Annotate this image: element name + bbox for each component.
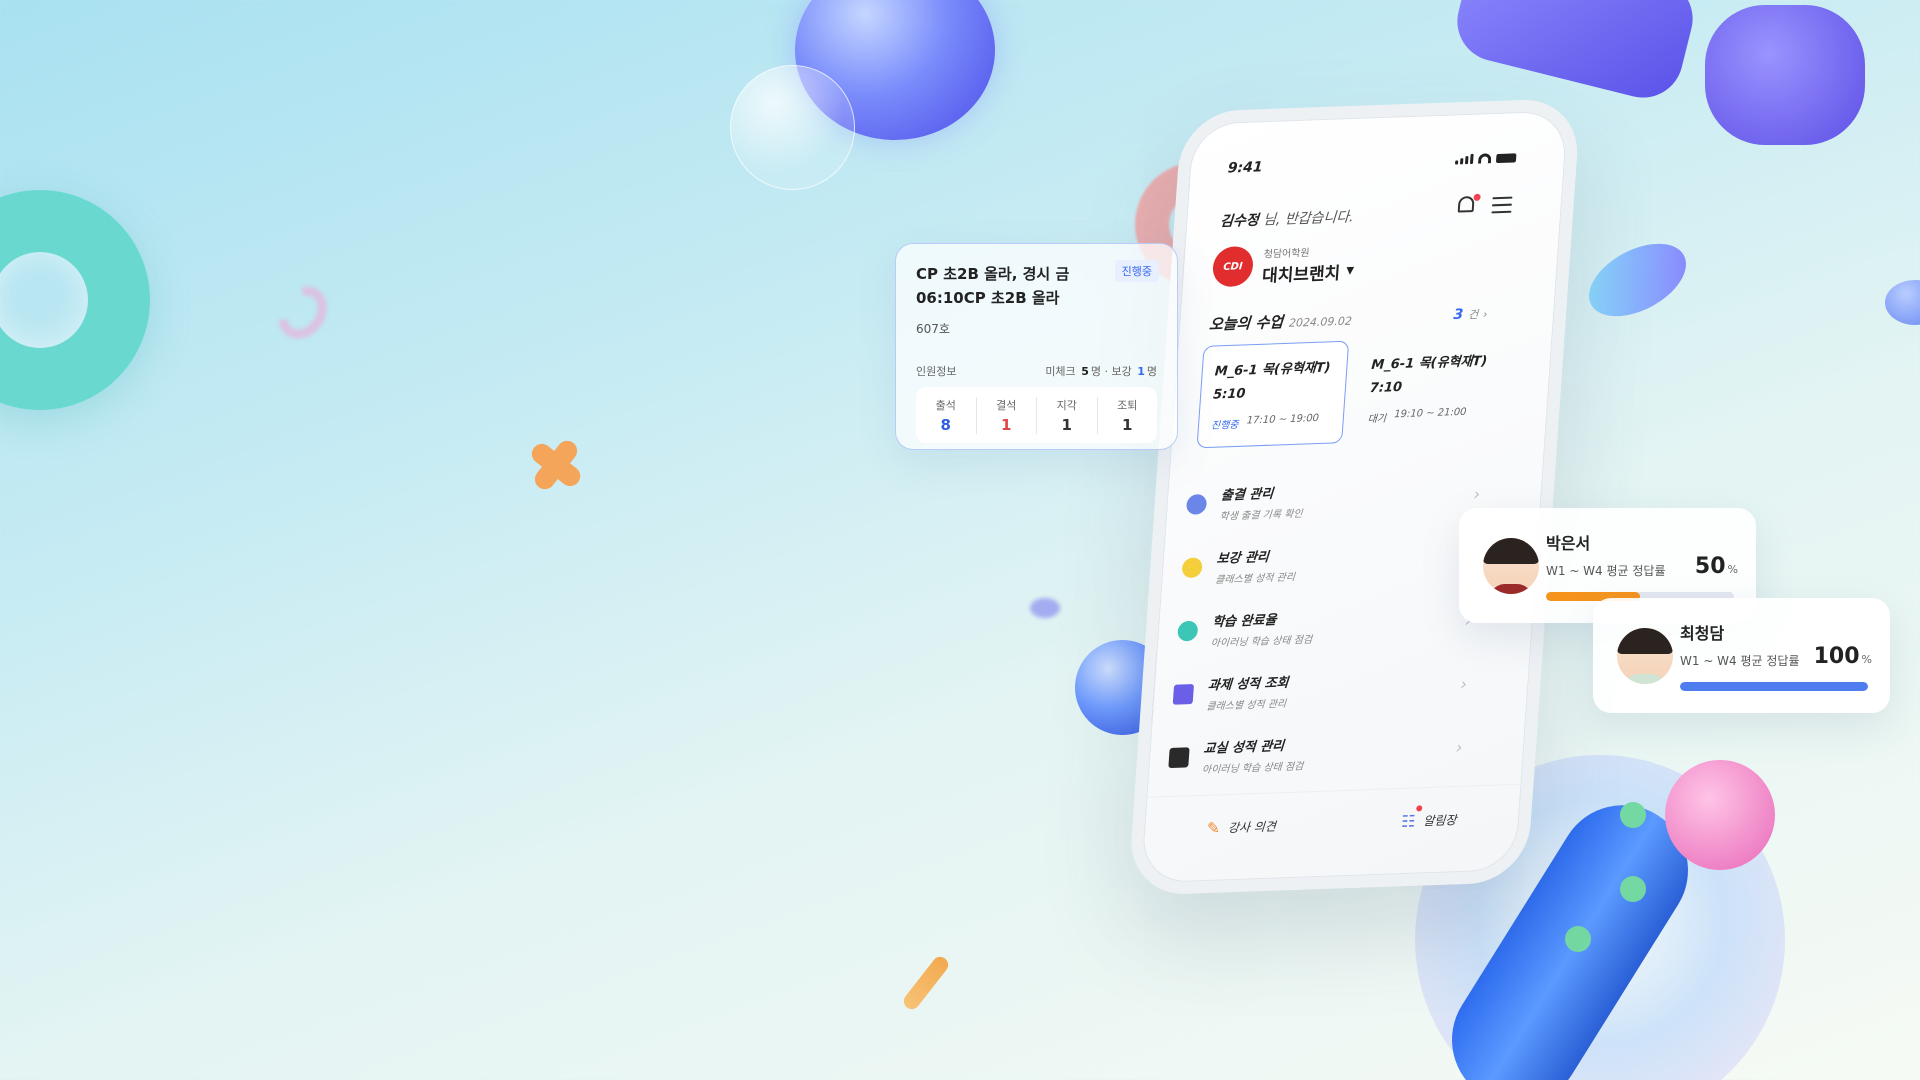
student-name: 박은서 [1546,534,1591,553]
branch-name: 대치브랜치 [1261,263,1341,287]
notice-dot [1415,805,1423,812]
hamburger-menu-icon[interactable] [1491,196,1513,219]
avatar [1617,628,1673,684]
battery-icon [1495,152,1517,163]
menu-list: 출결 관리 학생 출결 기록 확인 › 보강 관리 클래스별 성적 관리 학습 완료… [1167,462,1488,789]
chevron-right-icon: › [1455,737,1463,757]
notification-bell-icon[interactable] [1457,193,1481,219]
bottom-bar: ✎ 강사 의견 ☷ 알림장 [1141,783,1522,864]
rocket-window-decoration [1565,926,1591,952]
class-card-active[interactable]: M_6-1 목(유혁재T) 5:10 진행중 17:10 ~ 19:00 [1196,340,1350,449]
chevron-right-icon: › [1472,484,1481,504]
class-status: 진행중 [1210,419,1239,432]
status-icons [1454,152,1517,165]
chevron-right-icon: › [1459,674,1468,694]
class-status: 대기 [1367,413,1387,426]
room-number: 607호 [916,322,950,336]
today-classes-heading: 오늘의 수업 2024.09.02 [1208,312,1353,334]
pencil-icon: ✎ [1206,818,1221,838]
menu-item-completion[interactable]: 학습 완료율아이러닝 학습 상태 점검 › [1176,589,1480,663]
today-count-link[interactable]: 3 건 › [1453,306,1488,323]
signal-icon [1454,153,1474,165]
bulb-icon [1181,556,1203,578]
stat-early-leave: 조퇴 1 [1117,398,1138,434]
student-desc: W1 ~ W4 평균 정답률 [1546,564,1666,578]
orange-stick-decoration [900,953,952,1013]
student-percent: 50% [1694,554,1738,579]
academy-logo: CDI [1211,245,1255,288]
menu-item-assignment[interactable]: 과제 성적 조회 클래스별 성적 관리 › [1171,652,1475,726]
caret-down-icon: ▼ [1345,265,1355,277]
stat-present: 출석 8 [916,396,977,434]
menu-item-makeup[interactable]: 보강 관리 클래스별 성적 관리 [1180,525,1484,599]
graduation-cap-icon [1168,746,1190,768]
academy-subtitle: 청담어학원 [1263,247,1310,261]
rocket-nose-decoration [1665,760,1775,870]
menu-item-classroom[interactable]: 교실 성적 관리 아이러닝 학습 상태 점검 › [1167,715,1471,789]
progress-bar [1680,682,1868,691]
notification-dot [1473,193,1481,201]
student-desc: W1 ~ W4 평균 정답률 [1680,654,1800,668]
student-name: 최청담 [1680,624,1725,643]
blue-ball-decoration [1885,280,1920,325]
teal-torus-decoration [0,190,150,410]
wifi-icon [1477,153,1492,164]
today-date: 2024.09.02 [1288,314,1353,330]
avatar [1483,538,1539,594]
notice-button[interactable]: ☷ 알림장 [1400,805,1458,832]
purple-blob-decoration [1448,0,1702,107]
greeting: 김수정 님, 반갑습니다. [1219,209,1355,230]
status-time: 9:41 [1227,159,1264,177]
stat-late: 지각 1 [1037,396,1098,434]
attendance-icon [1185,493,1208,515]
menu-item-attendance[interactable]: 출결 관리 학생 출결 기록 확인 › [1184,462,1488,536]
chevron-right-icon: › [1482,307,1488,321]
stat-absent: 결석 1 [977,396,1037,434]
small-purple-ball-decoration [1030,598,1060,618]
branch-selector[interactable]: 대치브랜치 ▼ [1261,258,1355,287]
student-card[interactable]: 최청담 W1 ~ W4 평균 정답률 100% [1593,598,1890,713]
pink-squiggle-decoration [268,277,337,348]
progress-fill [1680,682,1868,691]
notice-icon: ☷ [1400,811,1417,832]
purple-letter-decoration [1705,5,1865,145]
student-percent: 100% [1813,644,1872,669]
rocket-window-decoration [1620,802,1646,828]
purple-disc-decoration [1577,228,1698,332]
book-icon [1172,683,1195,705]
clear-bubble-decoration [730,65,855,190]
phone-mockup: 9:41 김수정 님, 반갑습니다. CDI 청담어학원 대치브랜치 ▼ 오늘의… [1127,97,1582,896]
pie-icon [1177,620,1199,641]
attendance-stats: 출석 8 결석 1 지각 1 조퇴 1 [916,387,1157,443]
class-card-waiting[interactable]: M_6-1 목(유혁재T) 7:10 대기 19:10 ~ 21:00 [1354,335,1507,443]
people-info-row: 인원정보 미체크 5명 · 보강 1명 [916,365,1157,378]
class-info-card[interactable]: CP 초2B 올라, 경시 금 06:10CP 초2B 올라 진행중 607호 … [895,243,1178,450]
class-title: CP 초2B 올라, 경시 금 06:10CP 초2B 올라 [916,265,1070,307]
rocket-window-decoration [1620,876,1646,902]
status-badge: 진행중 [1114,260,1159,282]
teacher-opinion-button[interactable]: ✎ 강사 의견 [1206,816,1277,838]
